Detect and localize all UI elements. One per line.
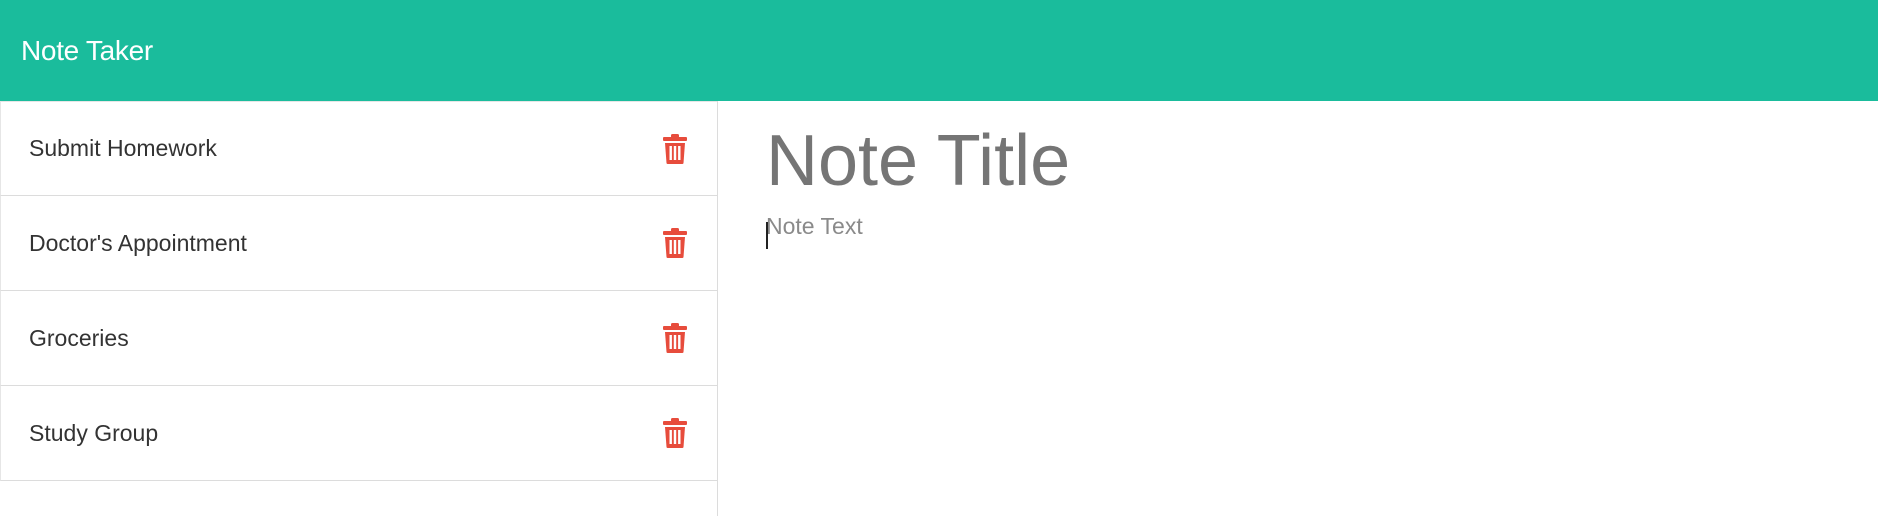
trash-icon[interactable] [663,323,687,353]
note-editor [718,101,1878,516]
note-label: Groceries [29,324,129,351]
trash-icon[interactable] [663,418,687,448]
note-title-input[interactable] [766,119,1846,203]
app-title[interactable]: Note Taker [21,35,153,67]
note-text-area[interactable] [766,213,1846,493]
trash-icon[interactable] [663,228,687,258]
notes-sidebar: Submit Homework Doctor's Appointment Gro… [0,101,718,516]
note-item-study-group[interactable]: Study Group [0,386,717,481]
navbar: Note Taker [0,0,1878,101]
note-label: Study Group [29,419,159,446]
trash-icon[interactable] [663,133,687,164]
note-label: Doctor's Appointment [29,229,247,256]
note-list: Submit Homework Doctor's Appointment Gro… [0,101,717,481]
text-cursor [766,222,768,249]
note-item-doctors-appointment[interactable]: Doctor's Appointment [0,196,717,291]
note-item-groceries[interactable]: Groceries [0,291,717,386]
note-label: Submit Homework [29,135,217,161]
note-item-submit-homework[interactable]: Submit Homework [0,101,717,196]
